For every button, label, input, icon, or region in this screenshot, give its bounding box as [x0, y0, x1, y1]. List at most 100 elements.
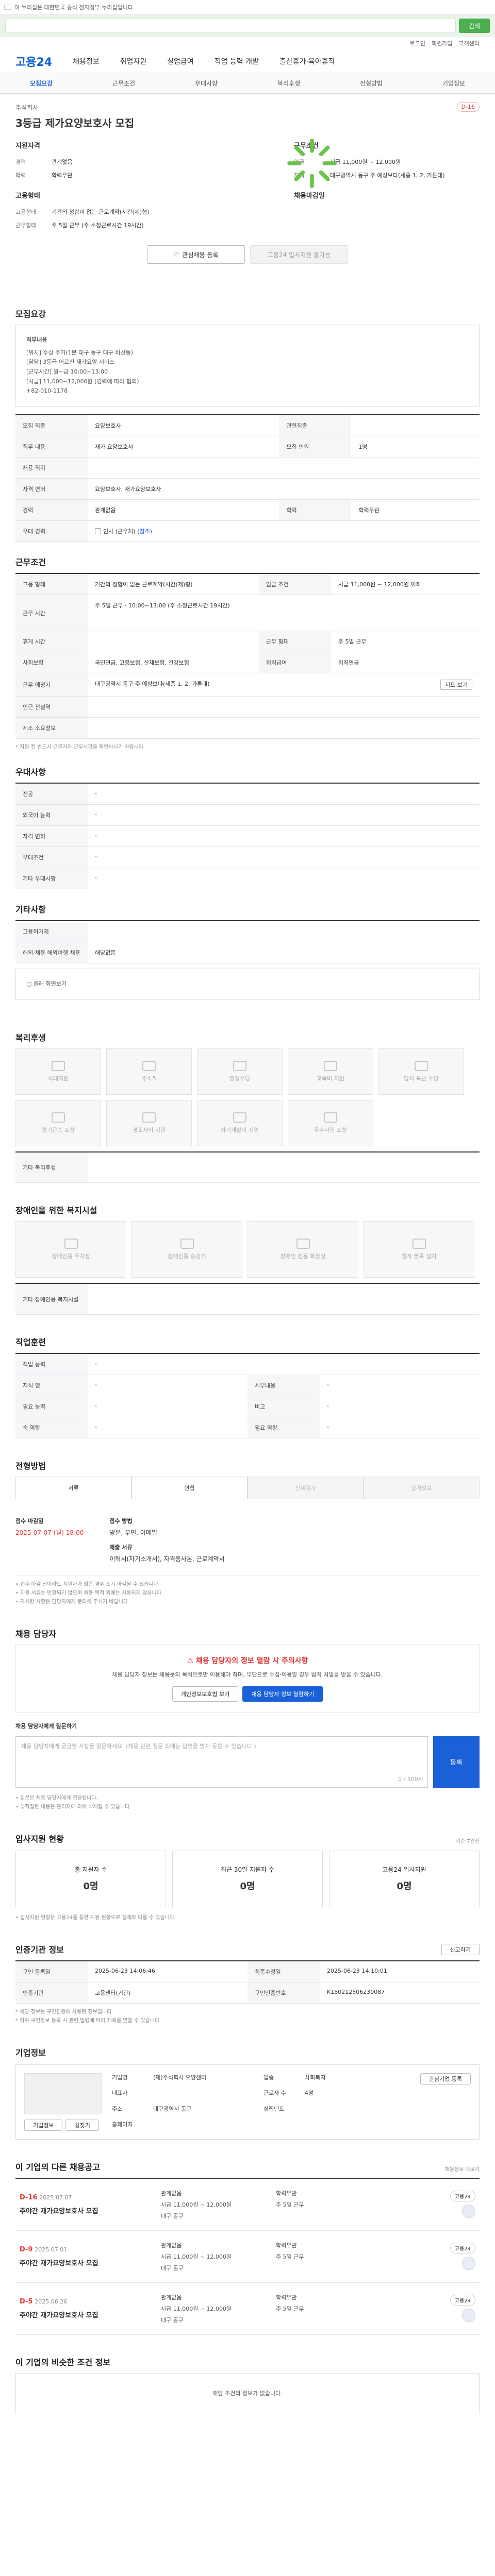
job-name[interactable]: 주야간 재가요양보호사 모집 [20, 2310, 148, 2319]
table-row: 해외 채용 해외여행 채용 해당없음 [15, 942, 480, 964]
row-value [305, 2120, 410, 2131]
row-value: 해당없음 [88, 942, 480, 964]
gnb-menu-leave[interactable]: 출산휴가·육아휴직 [279, 56, 335, 66]
recruit-line: [위치] 수성 주거(1분 대구 동구 대구 비산동) [26, 349, 134, 356]
signup-link[interactable]: 회원가입 [432, 39, 452, 47]
facility-item: 장애인용 주차장 [15, 1221, 126, 1278]
heart-icon: ♡ [173, 251, 179, 258]
view-contact-button[interactable]: 채용 담당자 정보 열람하기 [242, 1686, 323, 1702]
bookmark-icon[interactable] [462, 2205, 475, 2218]
stat-online: 고용24 입사지원 0명 [329, 1850, 480, 1907]
list-item[interactable]: D-16 2025.07.07 주야간 재가요양보호사 모집 관계없음 학력무관 시… [15, 2179, 480, 2231]
row-key: 자격 면허 [15, 825, 88, 848]
login-link[interactable]: 로그인 [410, 39, 425, 47]
tab-work[interactable]: 근무조건 [82, 79, 165, 88]
welfare-label: 교육비 지원 [316, 1075, 345, 1082]
lang-heading: 직업훈련 [15, 1337, 46, 1347]
table-row: 인증기관 고용센터(기관) 구인인증번호 K150212506230087 [15, 1982, 480, 2004]
pay-row-label: 인사 (근무처) [103, 528, 136, 535]
note-line: • 자세한 사항은 담당자에게 문의해 주시기 바랍니다. [15, 1599, 130, 1605]
warning-icon: ⚠ [187, 1656, 194, 1665]
question-notes: • 질문은 채용 담당자에게 전달됩니다. • 부적절한 내용은 관리자에 의해… [15, 1794, 480, 1811]
doc-icon: ▢ [26, 980, 32, 988]
method-block: 접수 방법 방문, 우편, 이메일 제출 서류 이력서(자기소개서), 자격증사… [109, 1517, 224, 1563]
map-button[interactable]: 지도 보기 [440, 680, 472, 690]
tab-process[interactable]: 전형방법 [330, 79, 412, 88]
job-name[interactable]: 주야간 재가요양보호사 모집 [20, 2258, 148, 2267]
row-key: 직업 능력 [15, 1353, 88, 1375]
question-submit-button[interactable]: 등록 [433, 1736, 480, 1788]
privacy-law-button[interactable]: 개인정보보호법 보기 [172, 1686, 239, 1702]
report-button[interactable]: 신고하기 [441, 1943, 480, 1955]
row-key: 해외 채용 해외여행 채용 [15, 942, 88, 964]
row-value: - [88, 1375, 248, 1396]
gnb-menu-jobs[interactable]: 채용정보 [73, 56, 100, 66]
company-grid: 기업명 (재)주식회사 요양센터 업종 사회복지 대표자 근로자 수 4명 주소 대구광역시… [112, 2073, 410, 2131]
deadline-block: 접수 마감일 2025-07-07 (월) 18:00 [15, 1517, 84, 1563]
recruit-box-title: 직무내용 [26, 336, 47, 343]
help-link[interactable]: 고객센터 [459, 39, 480, 47]
row-value: 퇴직연금 [331, 652, 480, 674]
row-value: - [320, 1417, 480, 1438]
search-button[interactable]: 검색 [459, 19, 490, 33]
row-key: 숙 역량 [15, 1417, 88, 1438]
other-jobs-list: D-16 2025.07.07 주야간 재가요양보호사 모집 관계없음 학력무관 시… [15, 2177, 480, 2335]
tab-welfare[interactable]: 복리후생 [248, 79, 330, 88]
pay-value: 시급 11,000원 ~ 12,000원 [161, 2201, 232, 2208]
row-key: 기타 복리후생 [15, 1151, 88, 1183]
company-logo-box [24, 2073, 102, 2114]
row-key: 대표자 [112, 2090, 128, 2097]
date-label: 2025.07.07 [39, 2194, 72, 2201]
edu-value: 학력무관 [276, 2242, 297, 2249]
list-item[interactable]: D-5 2025.06.26 주야간 재가요양보호사 모집 관계없음 학력무관 시급… [15, 2283, 480, 2335]
row-value: - [88, 1353, 480, 1375]
recruit-line: +82-010-1178 [26, 387, 68, 395]
table-row: 우대 경력 인사 (근무처) (참조) [15, 520, 480, 543]
welfare-item: 당직 특근 수당 [378, 1048, 464, 1095]
region-value: 대구 동구 [161, 2264, 184, 2272]
site-logo[interactable]: 고용24 [15, 53, 52, 70]
directions-button[interactable]: 길찾기 [65, 2119, 99, 2131]
gnb-menu-training[interactable]: 직업 능력 개발 [214, 56, 259, 66]
job-name[interactable]: 주야간 재가요양보호사 모집 [20, 2206, 148, 2215]
table-row: 직무 내용 재가 요양보호사 모집 인원 1명 [15, 436, 480, 458]
table-row: 직업 능력 - [15, 1353, 480, 1375]
row-key: 필요 능력 [15, 1396, 88, 1417]
table-row: 사회보험 국민연금, 고용보험, 산재보험, 건강보험 퇴직급여 퇴직연금 [15, 652, 480, 674]
tab-recruit[interactable]: 모집요강 [0, 79, 82, 88]
row-value: 국민연금, 고용보험, 산재보험, 건강보험 [88, 652, 259, 674]
interest-button[interactable]: ♡ 관심채용 등록 [147, 245, 245, 264]
tab-pref[interactable]: 우대사항 [165, 79, 248, 88]
more-jobs-link[interactable]: 채용정보 더보기 [444, 2165, 480, 2173]
gnb-menu-support[interactable]: 취업지원 [120, 56, 147, 66]
row-value: 주 5일 근무 · 10:00~13:00 (주 소정근로시간 19시간) [88, 595, 480, 632]
row-value: - [88, 783, 480, 805]
search-input[interactable] [5, 19, 456, 33]
row-value [351, 415, 480, 437]
tab-company[interactable]: 기업정보 [412, 79, 495, 88]
row-key: 구인 등록일 [15, 1960, 88, 1982]
view-original-link[interactable]: 원래 화면보기 [34, 980, 67, 987]
apply-button[interactable]: 고용24 입사지원 불가능 [250, 245, 348, 264]
row-key: 최종수정일 [248, 1960, 320, 1982]
gnb-menu-benefit[interactable]: 실업급여 [167, 56, 194, 66]
interest-company-button[interactable]: 관심기업 등록 [420, 2073, 471, 2084]
list-item[interactable]: D-9 2025.07.01 주야간 재가요양보호사 모집 관계없음 학력무관 시급… [15, 2231, 480, 2283]
company-info-button[interactable]: 기업정보 [24, 2119, 63, 2131]
step-result: 합격발표 [364, 1476, 480, 1499]
pay-row-link[interactable]: (참조) [137, 528, 152, 535]
row-key: 우대 경력 [15, 520, 88, 543]
question-area: 채용 담당자에게 궁금한 사항을 질문하세요. (채용 관련 질문 외에는 답변… [15, 1736, 480, 1788]
meal-icon [52, 1060, 65, 1071]
bookmark-icon[interactable] [462, 2309, 475, 2323]
row-key: 지식 명 [15, 1375, 88, 1396]
question-textarea[interactable]: 채용 담당자에게 궁금한 사항을 질문하세요. (채용 관련 질문 외에는 답변… [15, 1736, 428, 1788]
row-key [263, 2120, 300, 2131]
table-row: 인근 전철역 [15, 696, 480, 718]
similar-empty: 해당 조건의 정보가 없습니다. [15, 2372, 480, 2415]
pencil-icon [233, 1112, 246, 1123]
row-value: 대구광역시 동구 주 예상보다(세종 1, 2, 가톤대) [95, 681, 210, 688]
bookmark-icon[interactable] [462, 2257, 475, 2270]
row-value: 주 5일 근무 [331, 631, 480, 653]
row-value [88, 1283, 480, 1315]
